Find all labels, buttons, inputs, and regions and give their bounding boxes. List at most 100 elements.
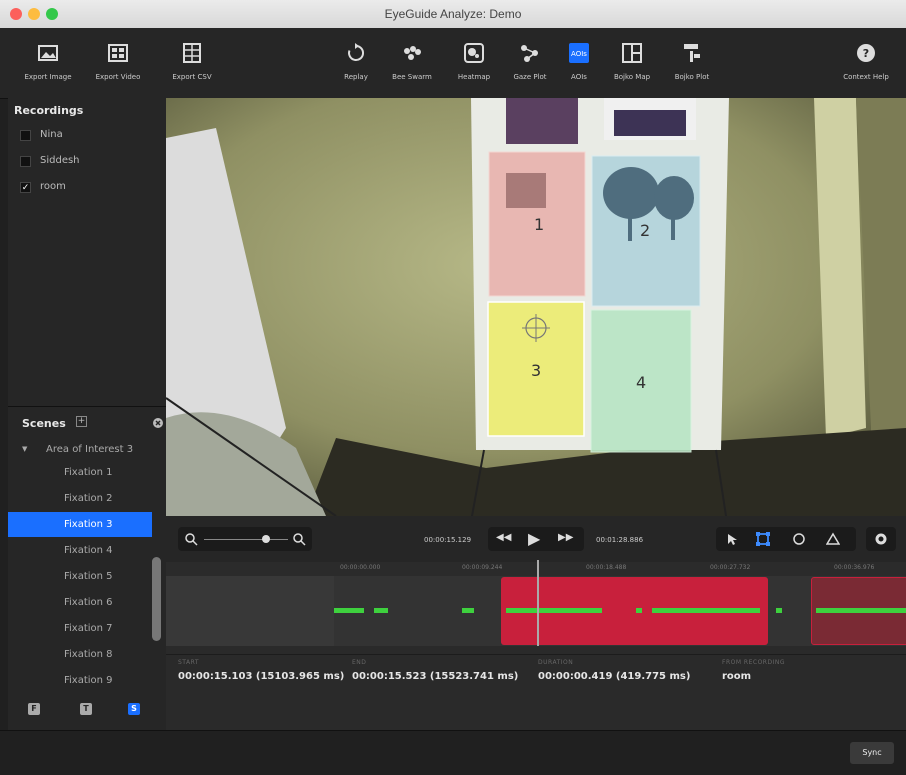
pointer-icon[interactable] [726,533,738,545]
scene-item[interactable]: Fixation 8 [8,642,152,667]
scene-group-label: Area of Interest 3 [46,444,134,455]
video-frame: 1 2 3 4 [166,98,906,516]
zoom-in-icon[interactable] [292,532,306,546]
table-icon [183,43,201,63]
bojko-plot-label: Bojko Plot [674,73,710,81]
fixations-tab-icon[interactable]: F [28,703,40,715]
recording-label: room [40,181,66,192]
scenes-scrollbar[interactable] [152,557,161,641]
footer-bar [0,730,906,775]
playback-controls: 00:00:15.129 ◀◀ ▶ ▶▶ 00:01:28.886 [166,516,906,562]
scene-item-label: Fixation 7 [64,623,113,634]
image-icon [38,45,58,61]
tool-palette [716,527,856,551]
context-help-button[interactable]: ? Context Help [843,28,889,98]
bojko-plot-button[interactable]: Bojko Plot [672,28,712,98]
rectangle-tool-icon[interactable] [756,532,770,546]
scene-item[interactable]: Fixation 2 [8,486,152,511]
zoom-out-icon[interactable] [184,532,198,546]
export-video-button[interactable]: Export Video [96,28,140,98]
recording-checkbox[interactable] [20,156,31,167]
recordings-header: Recordings [14,104,84,117]
ruler-tick-label: 00:00:00.000 [340,564,381,571]
time-ruler[interactable]: 00:00:00.000 00:00:09.244 00:00:18.488 0… [166,562,906,576]
gaze-plot-button[interactable]: Gaze Plot [510,28,550,98]
replay-icon [348,43,365,61]
fixation-mark [374,608,388,613]
recording-checkbox[interactable] [20,130,31,141]
recordings-panel [8,98,166,406]
scene-item-label: Fixation 5 [64,571,113,582]
fast-forward-icon[interactable]: ▶▶ [558,532,573,543]
end-value: 00:00:15.523 (15523.741 ms) [352,671,519,682]
recording-checkbox-checked[interactable]: ✓ [20,182,31,193]
duration-label: DURATION [538,659,574,666]
context-help-label: Context Help [843,73,889,81]
scene-item-label: Fixation 2 [64,493,113,504]
bojko-map-icon [622,43,642,63]
film-icon [108,44,128,62]
scenes-tab-icon[interactable]: S [128,703,140,715]
settings-button[interactable] [866,527,896,551]
fixation-mark [816,608,906,613]
scene-item[interactable]: Fixation 4 [8,538,152,563]
export-image-button[interactable]: Export Image [24,28,72,98]
close-icon[interactable] [152,417,164,429]
zoom-control [178,527,312,551]
end-label: END [352,659,367,666]
sync-button[interactable]: Sync [850,742,894,764]
scene-info: START 00:00:15.103 (15103.965 ms) END 00… [166,654,906,731]
gaze-plot-icon [521,45,538,62]
bee-swarm-button[interactable]: Bee Swarm [392,28,432,98]
ruler-tick-label: 00:00:27.732 [710,564,751,571]
window-title: EyeGuide Analyze: Demo [384,7,522,21]
aoi-icon: AOIs [569,43,589,63]
zoom-slider-track[interactable] [204,539,288,540]
fixation-track[interactable] [166,560,906,646]
current-time: 00:00:15.129 [424,536,472,544]
scene-video-view[interactable]: 1 2 3 4 [166,98,906,516]
scene-item-label: Fixation 3 [64,519,113,530]
scene-group-aoi-3[interactable]: ▼ Area of Interest 3 [8,437,152,462]
poster-top-left [506,98,578,144]
disclosure-triangle-icon[interactable]: ▼ [22,437,27,462]
svg-text:?: ? [863,47,869,60]
export-csv-button[interactable]: Export CSV [172,28,212,98]
bojko-plot-icon [684,44,700,62]
toolbar: Export Image Export Video Export CSV Rep… [0,28,906,99]
scene-item[interactable]: Fixation 1 [8,460,152,485]
recording-label: Nina [40,129,63,140]
playhead[interactable] [537,560,539,646]
panel-switcher: F T S [8,690,166,730]
fixation-mark [506,608,602,613]
aoi-label: 4 [636,373,646,392]
bojko-map-button[interactable]: Bojko Map [612,28,652,98]
heatmap-button[interactable]: Heatmap [454,28,494,98]
export-image-label: Export Image [24,73,72,81]
scene-item-selected[interactable]: Fixation 3 [8,512,152,537]
scene-item[interactable]: Fixation 7 [8,616,152,641]
aoi-label: 3 [531,361,541,380]
aoi-label: 1 [534,215,544,234]
polygon-tool-icon[interactable] [826,532,840,546]
aois-button[interactable]: AOIs AOIs [564,28,594,98]
rewind-icon[interactable]: ◀◀ [496,532,511,543]
ellipse-tool-icon[interactable] [792,532,806,546]
scene-item-label: Fixation 8 [64,649,113,660]
duration-value: 00:00:00.419 (419.775 ms) [538,671,691,682]
bee-swarm-icon [404,46,421,60]
scene-item[interactable]: Fixation 9 [8,668,152,691]
add-scene-button[interactable]: + [76,416,87,427]
replay-button[interactable]: Replay [338,28,374,98]
scene-item[interactable]: Fixation 6 [8,590,152,615]
zoom-slider-thumb[interactable] [262,535,270,543]
ruler-tick-label: 00:00:09.244 [462,564,503,571]
fixation-mark [776,608,782,613]
play-icon[interactable]: ▶ [528,529,540,548]
total-time: 00:01:28.886 [596,536,644,544]
scene-item[interactable]: Fixation 5 [8,564,152,589]
export-csv-label: Export CSV [172,73,212,81]
from-recording-value: room [722,671,752,682]
start-value: 00:00:15.103 (15103.965 ms) [178,671,345,682]
tags-tab-icon[interactable]: T [80,703,92,715]
